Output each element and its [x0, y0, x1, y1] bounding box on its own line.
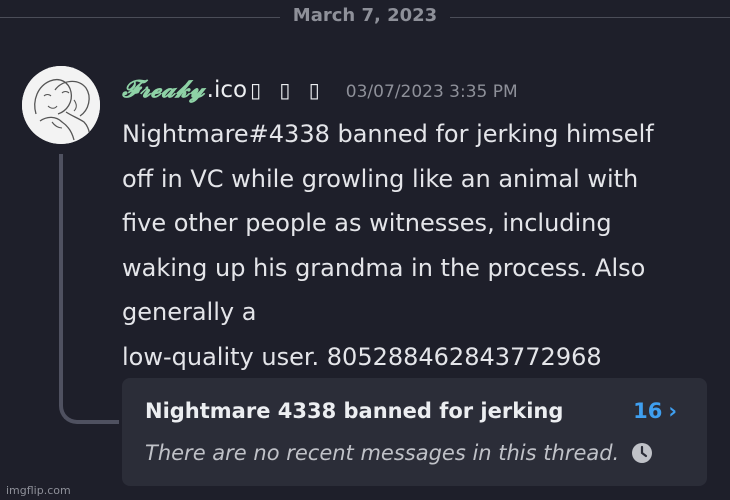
- message-header: 𝓕𝓻𝓮𝓪𝓴𝔂 .ico ▯ ▯ ▯ 03/07/2023 3:35 PM: [122, 74, 518, 110]
- thread-empty-text: There are no recent messages in this thr…: [145, 441, 620, 465]
- message-line: low-quality user. 805288462843772968: [122, 342, 602, 371]
- username-suffix[interactable]: .ico: [207, 77, 247, 103]
- avatar[interactable]: [22, 66, 100, 144]
- thread-title[interactable]: Nightmare 4338 banned for jerking: [145, 399, 563, 423]
- message-line: off in VC while growling like an animal …: [122, 164, 639, 193]
- thread-empty-state: There are no recent messages in this thr…: [145, 441, 653, 465]
- thread-message-count[interactable]: 16 ›: [633, 399, 677, 423]
- divider-line-left: [0, 17, 280, 18]
- message-line: Nightmare#4338 banned for jerking himsel…: [122, 120, 654, 148]
- message-line: five other people as witnesses, includin…: [122, 209, 612, 237]
- message-timestamp: 03/07/2023 3:35 PM: [345, 82, 518, 102]
- username-glyphs: ▯ ▯ ▯: [250, 78, 326, 102]
- message-line: waking up his grandma in the process. Al…: [122, 253, 646, 282]
- thread-count-value: 16: [633, 399, 663, 423]
- sketch-avatar-icon: [22, 66, 100, 144]
- message-line: generally a: [122, 298, 257, 326]
- watermark: imgflip.com: [6, 484, 71, 497]
- message-content: Nightmare#4338 banned for jerking himsel…: [122, 112, 722, 379]
- clock-icon: [631, 442, 653, 464]
- date-divider: March 7, 2023: [0, 0, 730, 36]
- thread-card[interactable]: Nightmare 4338 banned for jerking 16 › T…: [122, 378, 707, 486]
- date-label: March 7, 2023: [292, 5, 438, 26]
- divider-line-right: [450, 17, 730, 18]
- chevron-right-icon: ›: [668, 399, 677, 423]
- thread-connector-line: [59, 154, 119, 424]
- username[interactable]: 𝓕𝓻𝓮𝓪𝓴𝔂: [122, 74, 205, 103]
